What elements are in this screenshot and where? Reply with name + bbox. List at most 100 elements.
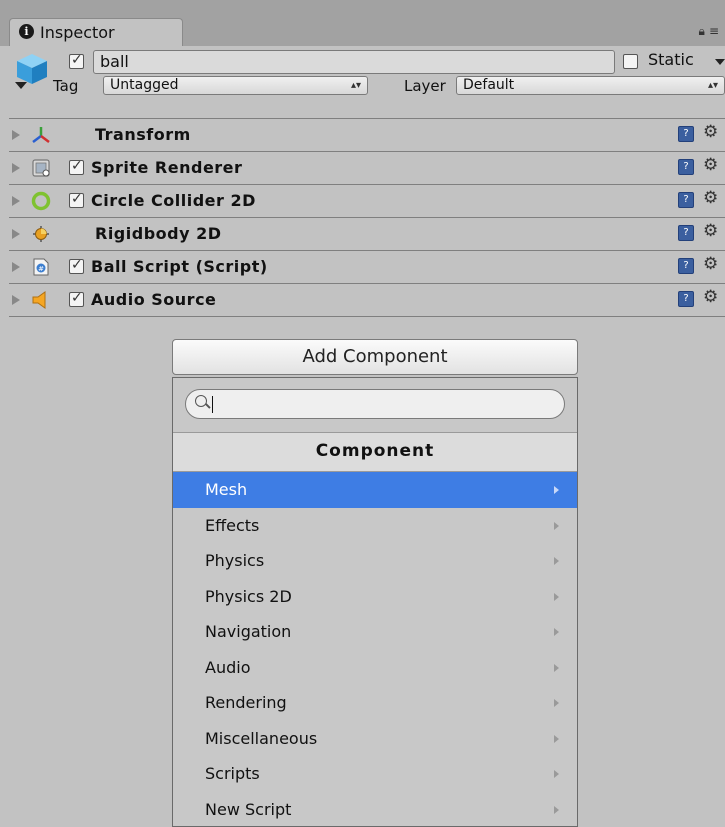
menu-item-scripts[interactable]: Scripts bbox=[173, 756, 577, 792]
menu-item-mesh[interactable]: Mesh bbox=[173, 472, 577, 508]
menu-item-effects[interactable]: Effects bbox=[173, 508, 577, 544]
component-category-menu: Mesh Effects Physics Physics 2D Navigati… bbox=[173, 472, 577, 827]
menu-item-rendering[interactable]: Rendering bbox=[173, 685, 577, 721]
component-enabled-checkbox[interactable]: ✓ bbox=[69, 191, 84, 208]
gear-icon[interactable]: ⚙ bbox=[703, 254, 718, 274]
submenu-arrow-icon bbox=[554, 592, 559, 601]
foldout-arrow-icon[interactable] bbox=[12, 163, 20, 173]
menu-item-label: Scripts bbox=[205, 764, 260, 783]
menu-item-label: Effects bbox=[205, 515, 260, 535]
component-name: Sprite Renderer bbox=[91, 158, 243, 177]
help-icon[interactable]: ? bbox=[678, 159, 694, 175]
svg-text:#: # bbox=[38, 265, 44, 273]
submenu-arrow-icon bbox=[554, 699, 559, 707]
active-checkbox[interactable]: ✓ bbox=[69, 52, 84, 69]
help-icon[interactable]: ? bbox=[678, 126, 694, 142]
component-name: Ball Script (Script) bbox=[91, 257, 268, 276]
layer-value: Default bbox=[463, 77, 515, 93]
foldout-arrow-icon[interactable] bbox=[12, 295, 20, 305]
menu-item-physics-2d[interactable]: Physics 2D bbox=[173, 579, 577, 615]
static-checkbox[interactable] bbox=[623, 54, 638, 69]
menu-item-label: Rendering bbox=[205, 693, 287, 712]
tab-inspector[interactable]: i Inspector bbox=[9, 18, 183, 46]
menu-icon[interactable]: ≡ bbox=[709, 24, 723, 38]
dropdown-arrows-icon: ▴▾ bbox=[707, 80, 718, 91]
component-audio-source[interactable]: ✓ Audio Source ? ⚙ bbox=[9, 283, 725, 316]
component-search-input[interactable] bbox=[185, 389, 565, 419]
component-rigidbody-2d[interactable]: Rigidbody 2D ? ⚙ bbox=[9, 217, 725, 250]
checkmark-icon: ✓ bbox=[71, 158, 83, 174]
tag-layer-row: Tag Untagged ▴▾ Layer Default ▴▾ bbox=[9, 76, 725, 96]
gear-icon[interactable]: ⚙ bbox=[703, 287, 718, 307]
component-enabled-checkbox[interactable]: ✓ bbox=[69, 257, 84, 274]
checkmark-icon: ✓ bbox=[71, 191, 83, 207]
tab-options-icons[interactable]: 🔒︎≡ bbox=[699, 24, 723, 39]
gear-icon[interactable]: ⚙ bbox=[703, 155, 718, 175]
menu-item-label: Physics bbox=[205, 551, 265, 570]
help-icon[interactable]: ? bbox=[678, 291, 694, 307]
component-name: Audio Source bbox=[91, 290, 217, 309]
transform-icon bbox=[32, 127, 50, 143]
menu-item-audio[interactable]: Audio bbox=[173, 650, 577, 686]
static-label: Static bbox=[648, 50, 694, 69]
foldout-arrow-icon[interactable] bbox=[12, 229, 20, 239]
gameobject-name-field[interactable]: ball bbox=[93, 50, 615, 74]
help-icon[interactable]: ? bbox=[678, 192, 694, 208]
dropdown-arrows-icon: ▴▾ bbox=[350, 80, 361, 91]
gear-icon[interactable]: ⚙ bbox=[703, 221, 718, 241]
menu-item-label: New Script bbox=[205, 799, 292, 819]
lock-icon[interactable]: 🔒︎ bbox=[699, 24, 709, 38]
component-list: Transform ? ⚙ ✓ Sprite Renderer ? ⚙ ✓ Ci… bbox=[9, 118, 725, 317]
component-ball-script[interactable]: # ✓ Ball Script (Script) ? ⚙ bbox=[9, 250, 725, 283]
menu-item-new-script[interactable]: New Script bbox=[173, 792, 577, 827]
sprite-renderer-icon bbox=[32, 159, 50, 177]
divider bbox=[9, 316, 725, 317]
submenu-arrow-icon bbox=[554, 734, 559, 743]
audio-source-icon bbox=[32, 291, 46, 309]
help-icon[interactable]: ? bbox=[678, 225, 694, 241]
submenu-arrow-icon bbox=[554, 521, 559, 530]
submenu-arrow-icon bbox=[554, 805, 559, 814]
component-enabled-checkbox[interactable]: ✓ bbox=[69, 290, 84, 307]
checkmark-icon: ✓ bbox=[71, 257, 83, 273]
add-component-popup: Component Mesh Effects Physics Physics 2… bbox=[172, 377, 578, 827]
gear-icon[interactable]: ⚙ bbox=[703, 122, 718, 142]
component-name: Circle Collider 2D bbox=[91, 191, 256, 210]
component-sprite-renderer[interactable]: ✓ Sprite Renderer ? ⚙ bbox=[9, 151, 725, 184]
script-icon: # bbox=[33, 258, 49, 276]
submenu-arrow-icon bbox=[554, 770, 559, 778]
menu-item-label: Physics 2D bbox=[205, 586, 292, 606]
submenu-arrow-icon bbox=[554, 557, 559, 565]
menu-item-physics[interactable]: Physics bbox=[173, 543, 577, 579]
checkmark-icon: ✓ bbox=[71, 290, 83, 306]
add-component-button[interactable]: Add Component bbox=[172, 339, 578, 375]
foldout-arrow-icon[interactable] bbox=[12, 262, 20, 272]
help-icon[interactable]: ? bbox=[678, 258, 694, 274]
static-dropdown-arrow[interactable] bbox=[715, 59, 725, 65]
menu-item-label: Mesh bbox=[205, 480, 248, 499]
foldout-arrow-icon[interactable] bbox=[12, 130, 20, 140]
rigidbody-icon bbox=[33, 226, 49, 242]
submenu-arrow-icon bbox=[554, 486, 559, 494]
component-circle-collider-2d[interactable]: ✓ Circle Collider 2D ? ⚙ bbox=[9, 184, 725, 217]
tag-label: Tag bbox=[53, 77, 79, 95]
text-caret bbox=[212, 396, 213, 413]
checkmark-icon: ✓ bbox=[71, 52, 83, 68]
tab-strip: i Inspector 🔒︎≡ bbox=[0, 0, 725, 46]
gear-icon[interactable]: ⚙ bbox=[703, 188, 718, 208]
menu-item-miscellaneous[interactable]: Miscellaneous bbox=[173, 721, 577, 757]
tag-dropdown[interactable]: Untagged ▴▾ bbox=[103, 76, 368, 95]
gameobject-header: ✓ ball Static Tag Untagged ▴▾ Layer Defa… bbox=[9, 46, 725, 95]
component-transform[interactable]: Transform ? ⚙ bbox=[9, 118, 725, 151]
component-name: Transform bbox=[95, 125, 191, 144]
foldout-arrow-icon[interactable] bbox=[12, 196, 20, 206]
tab-label: Inspector bbox=[40, 23, 115, 42]
popup-title: Component bbox=[173, 432, 577, 472]
component-enabled-checkbox[interactable]: ✓ bbox=[69, 158, 84, 175]
menu-item-label: Navigation bbox=[205, 622, 292, 641]
layer-dropdown[interactable]: Default ▴▾ bbox=[456, 76, 725, 95]
submenu-arrow-icon bbox=[554, 663, 559, 672]
circle-collider-icon bbox=[31, 191, 51, 211]
menu-item-navigation[interactable]: Navigation bbox=[173, 614, 577, 650]
info-icon: i bbox=[19, 24, 34, 39]
